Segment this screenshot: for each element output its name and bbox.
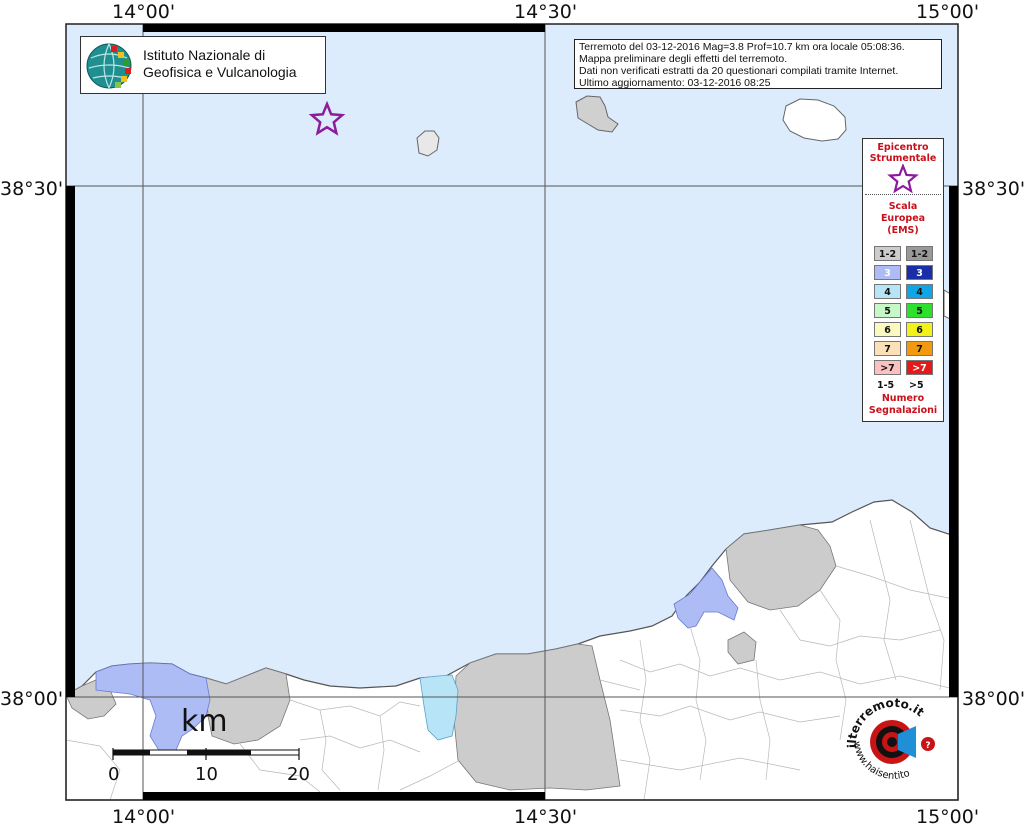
legend-epicenter-title-1: Epicentro xyxy=(877,142,929,153)
legend-scale-title-1: Scala xyxy=(888,201,918,212)
legend-cell-right: 4 xyxy=(906,284,933,299)
legend: Epicentro Strumentale Scala Europea (EMS… xyxy=(862,138,944,422)
legend-row: 66 xyxy=(874,322,934,337)
earthquake-info-box: Terremoto del 03-12-2016 Mag=3.8 Prof=10… xyxy=(574,39,942,89)
ingv-name-line1: Istituto Nazionale di xyxy=(143,47,266,63)
gray-area-cefalu xyxy=(453,643,621,791)
coord-right-38-00: 38°00' xyxy=(962,688,1024,710)
legend-cell-right: 1-2 xyxy=(906,246,933,261)
coord-top-14-30: 14°30' xyxy=(514,1,578,23)
legend-count-title-1: Numero xyxy=(881,393,925,404)
legend-row: 1-2 1-2 xyxy=(874,246,934,261)
legend-cell-left: >7 xyxy=(874,360,901,375)
legend-cell-left: 1-2 xyxy=(874,246,901,261)
svg-text:?: ? xyxy=(925,741,930,751)
legend-row: >7 >7 xyxy=(874,360,934,375)
legend-star-icon xyxy=(887,164,919,194)
legend-count-left: 1-5 xyxy=(877,380,895,391)
legend-cell-left: 3 xyxy=(874,265,901,280)
coord-bottom-14-00: 14°00' xyxy=(112,806,176,828)
haisentito-logo: ? ilterremoto.it www.haisentito xyxy=(845,696,935,782)
scale-tick-0: 0 xyxy=(108,764,120,785)
legend-cell-right: 7 xyxy=(906,341,933,356)
legend-epicenter-title-2: Strumentale xyxy=(869,153,937,164)
scale-tick-20: 20 xyxy=(287,764,310,785)
legend-scale-title-3: (EMS) xyxy=(887,225,919,236)
ingv-logo-box: Istituto Nazionale di Geofisica e Vulcan… xyxy=(80,36,326,94)
legend-cell-left: 5 xyxy=(874,303,901,318)
coord-top-14-00: 14°00' xyxy=(112,1,176,23)
ingv-globe-icon xyxy=(86,43,132,89)
scale-unit-label: km xyxy=(181,704,228,739)
legend-row: 44 xyxy=(874,284,934,299)
coord-bottom-15-00: 15°00' xyxy=(916,806,980,828)
legend-count-right: >5 xyxy=(909,380,924,391)
legend-row: 77 xyxy=(874,341,934,356)
legend-divider xyxy=(865,194,941,195)
coord-left-38-30: 38°30' xyxy=(0,178,64,200)
info-line-1: Terremoto del 03-12-2016 Mag=3.8 Prof=10… xyxy=(579,41,905,53)
legend-row: 55 xyxy=(874,303,934,318)
legend-cell-left: 6 xyxy=(874,322,901,337)
scale-tick-10: 10 xyxy=(195,764,218,785)
coord-left-38-00: 38°00' xyxy=(0,688,64,710)
ingv-name-line2: Geofisica e Vulcanologia xyxy=(143,64,297,80)
info-line-2: Mappa preliminare degli effetti del terr… xyxy=(579,53,788,65)
legend-cell-left: 7 xyxy=(874,341,901,356)
legend-cell-left: 4 xyxy=(874,284,901,299)
info-line-4: Ultimo aggiornamento: 03-12-2016 08:25 xyxy=(579,77,771,89)
coord-right-38-30: 38°30' xyxy=(962,178,1024,200)
legend-scale-title-2: Europea xyxy=(880,213,926,224)
coord-top-15-00: 15°00' xyxy=(916,1,980,23)
legend-row: 33 xyxy=(874,265,934,280)
legend-cell-right: 6 xyxy=(906,322,933,337)
legend-count-title-2: Segnalazioni xyxy=(868,405,938,416)
legend-cell-right: >7 xyxy=(906,360,933,375)
info-line-3: Dati non verificati estratti da 20 quest… xyxy=(579,65,899,77)
legend-cell-right: 5 xyxy=(906,303,933,318)
legend-cell-right: 3 xyxy=(906,265,933,280)
coord-bottom-14-30: 14°30' xyxy=(514,806,578,828)
